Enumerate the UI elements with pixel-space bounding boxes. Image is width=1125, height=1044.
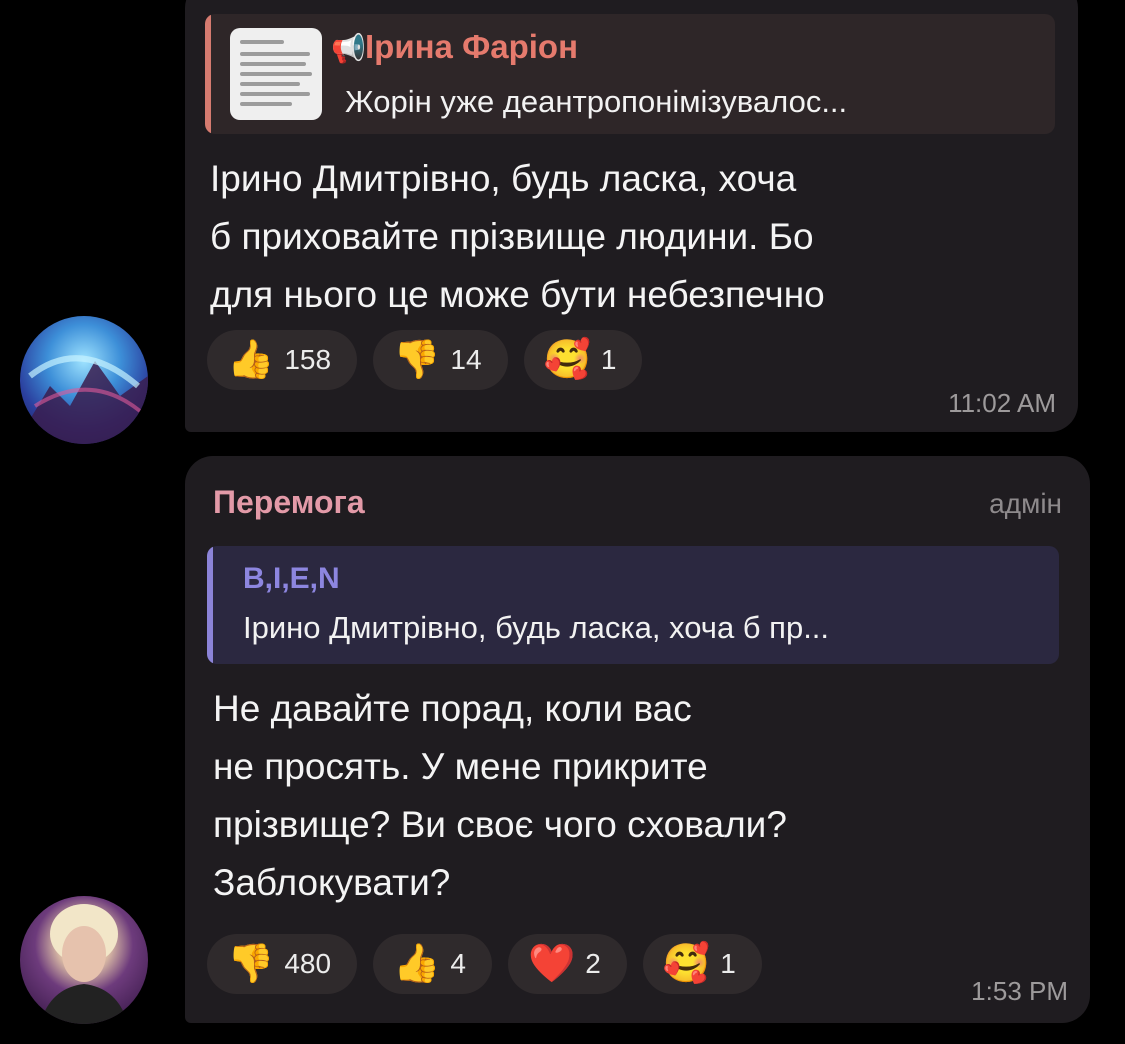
thumbs-down-icon: 👎 — [393, 339, 441, 381]
reply-thumbnail — [230, 28, 322, 120]
reaction-count: 1 — [600, 344, 617, 375]
thumbs-down-icon: 👎 — [227, 943, 275, 985]
reply-accent-bar — [207, 546, 213, 664]
message-timestamp: 1:53 PM — [971, 976, 1068, 1006]
smiling-face-with-hearts-icon: 🥰 — [662, 943, 711, 985]
admin-avatar[interactable] — [20, 896, 148, 1024]
avatar-image — [40, 904, 128, 1024]
reaction-thumbs-up[interactable]: 👍 4 — [373, 934, 492, 994]
message-text: Не давайте порад, коли вас не просять. У… — [213, 688, 787, 903]
reaction-count: 2 — [585, 948, 601, 979]
reply-text: Ірино Дмитрівно, будь ласка, хоча б пр..… — [243, 610, 830, 645]
reaction-heart[interactable]: ❤️ 2 — [507, 934, 627, 994]
megaphone-icon: 📢 — [331, 33, 366, 64]
sender-name[interactable]: Перемога — [213, 484, 365, 521]
reply-text: Жорін уже деантропонімізувалос... — [345, 84, 848, 119]
reaction-count: 480 — [284, 948, 332, 979]
reply-quote[interactable]: B,I,E,N Ірино Дмитрівно, будь ласка, хоч… — [207, 546, 1059, 664]
reactions-row: 👍 158 👎 14 🥰 1 — [207, 330, 643, 390]
thumbs-up-icon: 👍 — [227, 339, 275, 381]
reply-quote[interactable]: 📢 Ірина Фаріон Жорін уже деантропонімізу… — [205, 14, 1055, 134]
heart-icon: ❤️ — [527, 943, 576, 985]
reply-author: B,I,E,N — [243, 562, 340, 595]
reaction-smiling-face-with-hearts[interactable]: 🥰 1 — [523, 330, 643, 390]
reactions-row: 👎 480 👍 4 ❤️ 2 🥰 1 — [207, 934, 762, 994]
thumbs-up-icon: 👍 — [393, 943, 441, 985]
reaction-count: 158 — [284, 344, 332, 375]
user-avatar[interactable] — [20, 316, 148, 444]
message-text: Ірино Дмитрівно, будь ласка, хоча б прих… — [210, 158, 825, 315]
reaction-smiling-face-with-hearts[interactable]: 🥰 1 — [642, 934, 762, 994]
reaction-count: 14 — [450, 344, 482, 375]
reaction-thumbs-down[interactable]: 👎 14 — [373, 330, 508, 390]
message-bubble[interactable]: 📢 Ірина Фаріон Жорін уже деантропонімізу… — [185, 0, 1078, 432]
message-bubble[interactable]: Перемога адмін B,I,E,N Ірино Дмитрівно, … — [185, 456, 1090, 1023]
reaction-count: 4 — [450, 948, 466, 979]
reply-accent-bar — [205, 14, 211, 134]
avatar-image — [20, 355, 148, 444]
admin-badge: адмін — [989, 488, 1062, 519]
message-timestamp: 11:02 AM — [948, 388, 1056, 418]
reaction-count: 1 — [720, 948, 736, 979]
reaction-thumbs-down[interactable]: 👎 480 — [207, 934, 358, 994]
reaction-thumbs-up[interactable]: 👍 158 — [207, 330, 358, 390]
smiling-face-with-hearts-icon: 🥰 — [543, 339, 591, 381]
reply-author: Ірина Фаріон — [365, 28, 579, 65]
